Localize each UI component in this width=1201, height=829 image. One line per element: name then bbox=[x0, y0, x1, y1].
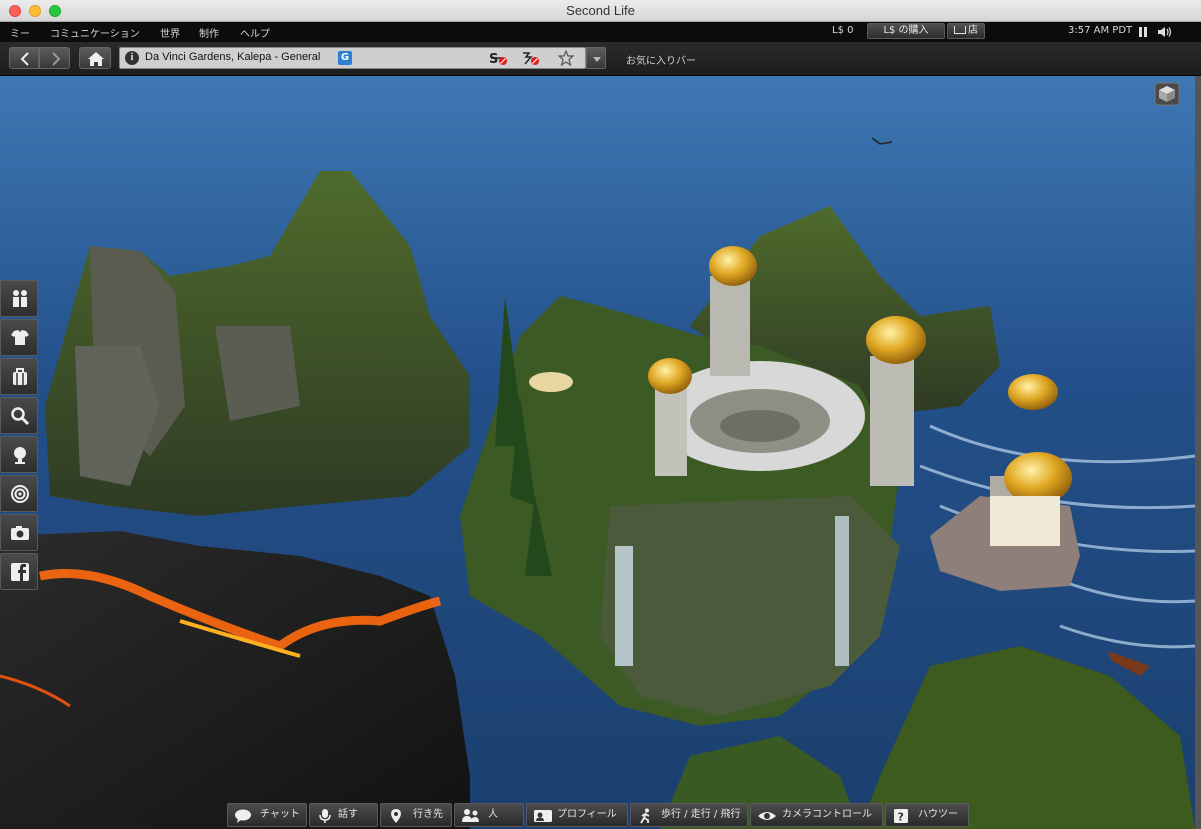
cube-icon[interactable] bbox=[1154, 82, 1180, 106]
destinations-label: 行き先 bbox=[413, 809, 443, 820]
menu-me[interactable]: ミー bbox=[10, 25, 30, 40]
maturity-badge: G bbox=[338, 51, 352, 65]
chat-icon bbox=[235, 809, 251, 823]
people-label: 人 bbox=[488, 809, 498, 820]
people-icon bbox=[13, 290, 27, 307]
speak-label: 話す bbox=[338, 809, 358, 820]
home-button[interactable] bbox=[79, 47, 111, 69]
location-text: Da Vinci Gardens, Kalepa - General bbox=[145, 51, 321, 63]
move-button[interactable]: 歩行 / 走行 / 飛行 bbox=[630, 803, 748, 827]
avatar-button[interactable] bbox=[0, 436, 38, 473]
volume-icon[interactable] bbox=[1157, 26, 1173, 38]
world-viewport[interactable] bbox=[0, 76, 1195, 829]
window-title-bar: Second Life bbox=[0, 0, 1201, 22]
favorites-bar[interactable]: お気に入りバー bbox=[626, 52, 696, 67]
snapshot-button[interactable] bbox=[0, 514, 38, 551]
people-toolbar-button[interactable]: 人 bbox=[454, 803, 524, 827]
chevron-down-icon bbox=[593, 57, 601, 62]
destinations-button[interactable]: 行き先 bbox=[380, 803, 452, 827]
map-pin-icon bbox=[391, 809, 401, 823]
chat-label: チャット bbox=[260, 809, 300, 820]
left-toolbar bbox=[0, 280, 38, 592]
search-button[interactable] bbox=[0, 397, 38, 434]
profile-label: プロフィール bbox=[557, 809, 617, 820]
eye-icon bbox=[758, 812, 776, 820]
shop-button[interactable]: 店 bbox=[947, 23, 985, 39]
no-pathfinding-icon bbox=[523, 52, 539, 65]
facebook-icon bbox=[11, 563, 29, 581]
move-label: 歩行 / 走行 / 飛行 bbox=[661, 809, 741, 820]
inventory-button[interactable] bbox=[0, 358, 38, 395]
menu-help[interactable]: ヘルプ bbox=[240, 25, 270, 40]
forward-button[interactable] bbox=[39, 47, 70, 69]
camera-controls-label: カメラコントロール bbox=[782, 809, 872, 820]
search-icon bbox=[11, 407, 30, 426]
star-icon[interactable] bbox=[558, 50, 574, 66]
facebook-button[interactable] bbox=[0, 553, 38, 590]
navigation-bar: i Da Vinci Gardens, Kalepa - General G S… bbox=[0, 42, 1201, 76]
help-icon: ? bbox=[894, 809, 908, 824]
window-edge bbox=[1195, 76, 1201, 829]
howto-button[interactable]: ? ハウツー bbox=[885, 803, 969, 827]
location-field[interactable]: i Da Vinci Gardens, Kalepa - General G S bbox=[119, 47, 586, 69]
svg-text:S: S bbox=[489, 52, 498, 66]
chevron-left-icon bbox=[20, 52, 29, 66]
chevron-right-icon bbox=[52, 52, 61, 66]
location-dropdown-button[interactable] bbox=[586, 47, 606, 69]
back-button[interactable] bbox=[9, 47, 39, 69]
inventory-icon bbox=[13, 368, 27, 385]
appearance-button[interactable] bbox=[0, 319, 38, 356]
menu-communicate[interactable]: コミュニケーション bbox=[50, 25, 140, 40]
camera-controls-button[interactable]: カメラコントロール bbox=[750, 803, 883, 827]
places-icon bbox=[11, 485, 29, 503]
speak-button[interactable]: 話す bbox=[309, 803, 378, 827]
menu-bar: ミー コミュニケーション 世界 制作 ヘルプ L$ 0 L$ の購入 店 3:5… bbox=[0, 22, 1201, 42]
home-icon bbox=[88, 52, 104, 66]
linden-balance[interactable]: L$ 0 bbox=[832, 25, 853, 36]
people-group-icon bbox=[462, 809, 479, 822]
no-scripts-icon: S bbox=[489, 52, 507, 66]
profile-button[interactable]: プロフィール bbox=[526, 803, 628, 827]
info-icon[interactable]: i bbox=[125, 51, 139, 65]
avatar-icon bbox=[14, 447, 26, 464]
menu-world[interactable]: 世界 bbox=[160, 25, 180, 40]
places-button[interactable] bbox=[0, 475, 38, 512]
world-scene-image bbox=[0, 76, 1195, 829]
walking-icon bbox=[640, 808, 650, 824]
clock: 3:57 AM PDT bbox=[1068, 25, 1133, 36]
window-title: Second Life bbox=[566, 3, 635, 18]
howto-label: ハウツー bbox=[918, 809, 958, 820]
people-button[interactable] bbox=[0, 280, 38, 317]
snapshot-icon bbox=[11, 526, 29, 540]
buy-currency-button[interactable]: L$ の購入 bbox=[867, 23, 945, 39]
microphone-icon bbox=[319, 809, 331, 823]
appearance-icon bbox=[11, 330, 29, 345]
shop-label: 店 bbox=[968, 25, 978, 36]
svg-text:?: ? bbox=[898, 811, 904, 824]
menu-build[interactable]: 制作 bbox=[199, 25, 219, 40]
buy-currency-label: L$ の購入 bbox=[883, 25, 929, 36]
pause-icon[interactable] bbox=[1139, 27, 1148, 37]
profile-card-icon bbox=[534, 810, 552, 822]
chat-button[interactable]: チャット bbox=[227, 803, 307, 827]
cart-icon bbox=[954, 26, 966, 34]
